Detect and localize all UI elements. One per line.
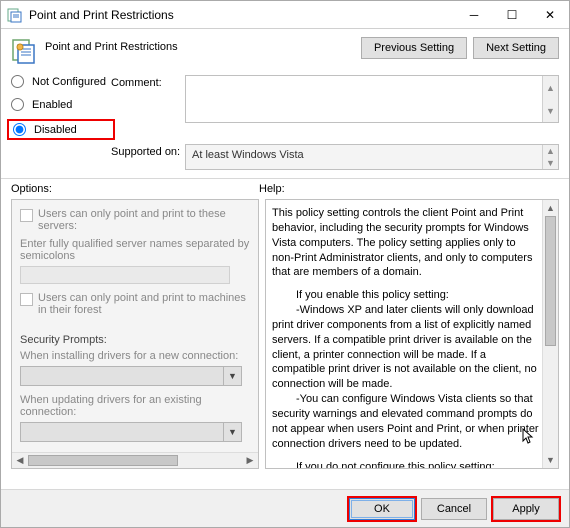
minimize-button[interactable]: ─ bbox=[455, 1, 493, 29]
comment-scroll-up-icon[interactable]: ▲ bbox=[543, 76, 558, 99]
scroll-down-icon[interactable]: ▼ bbox=[543, 452, 558, 468]
supported-scroll-up-icon[interactable]: ▲ bbox=[543, 145, 558, 157]
comment-label: Comment: bbox=[111, 75, 185, 89]
checkbox-icon bbox=[20, 293, 33, 306]
comment-textarea[interactable]: ▲ ▼ bbox=[185, 75, 559, 123]
help-paragraph: -You can configure Windows Vista clients… bbox=[272, 392, 540, 451]
servers-input bbox=[20, 266, 230, 284]
help-paragraph: If you do not configure this policy sett… bbox=[272, 460, 540, 470]
update-driver-dropdown: ▼ bbox=[20, 422, 242, 442]
security-prompts-label: Security Prompts: bbox=[20, 334, 250, 346]
window-title: Point and Print Restrictions bbox=[29, 8, 455, 22]
policy-icon bbox=[11, 37, 39, 65]
chevron-down-icon: ▼ bbox=[223, 367, 241, 385]
mouse-cursor-icon bbox=[522, 428, 536, 446]
install-driver-label: When installing drivers for a new connec… bbox=[20, 350, 250, 362]
next-setting-button[interactable]: Next Setting bbox=[473, 37, 559, 59]
scroll-right-icon[interactable]: ▶ bbox=[242, 453, 258, 468]
policy-titlebar-icon bbox=[7, 7, 23, 23]
checkbox-icon bbox=[20, 209, 33, 222]
help-heading: Help: bbox=[259, 183, 285, 195]
options-heading: Options: bbox=[11, 183, 259, 195]
options-pane: Users can only point and print to these … bbox=[11, 199, 259, 469]
previous-setting-button[interactable]: Previous Setting bbox=[361, 37, 467, 59]
update-driver-label: When updating drivers for an existing co… bbox=[20, 394, 250, 418]
dialog-window: Point and Print Restrictions ─ ☐ ✕ Point… bbox=[0, 0, 570, 528]
help-paragraph: This policy setting controls the client … bbox=[272, 206, 540, 280]
supported-on-text: At least Windows Vista ▲ ▼ bbox=[185, 144, 559, 170]
install-driver-dropdown: ▼ bbox=[20, 366, 242, 386]
help-paragraph: -Windows XP and later clients will only … bbox=[272, 303, 540, 392]
radio-enabled[interactable]: Enabled bbox=[11, 98, 111, 111]
cancel-button[interactable]: Cancel bbox=[421, 498, 487, 520]
state-radio-group: Not Configured Enabled Disabled bbox=[11, 75, 111, 138]
titlebar[interactable]: Point and Print Restrictions ─ ☐ ✕ bbox=[1, 1, 569, 29]
supported-on-label: Supported on: bbox=[111, 144, 185, 170]
checkbox-forest: Users can only point and print to machin… bbox=[20, 292, 250, 316]
checkbox-servers: Users can only point and print to these … bbox=[20, 208, 250, 232]
options-horizontal-scrollbar[interactable]: ◀ ▶ bbox=[12, 452, 258, 468]
apply-button[interactable]: Apply bbox=[493, 498, 559, 520]
policy-title: Point and Print Restrictions bbox=[45, 37, 361, 53]
help-paragraph: If you enable this policy setting: bbox=[272, 288, 540, 303]
comment-scroll-down-icon[interactable]: ▼ bbox=[543, 99, 558, 122]
supported-scroll-down-icon[interactable]: ▼ bbox=[543, 157, 558, 169]
help-vertical-scrollbar[interactable]: ▲ ▼ bbox=[542, 200, 558, 468]
scroll-up-icon[interactable]: ▲ bbox=[543, 200, 558, 216]
help-pane: This policy setting controls the client … bbox=[265, 199, 559, 469]
ok-button[interactable]: OK bbox=[349, 498, 415, 520]
close-button[interactable]: ✕ bbox=[531, 1, 569, 29]
dialog-content: Point and Print Restrictions Previous Se… bbox=[1, 29, 569, 489]
radio-disabled[interactable]: Disabled bbox=[13, 123, 109, 136]
scroll-left-icon[interactable]: ◀ bbox=[12, 453, 28, 468]
maximize-button[interactable]: ☐ bbox=[493, 1, 531, 29]
servers-hint: Enter fully qualified server names separ… bbox=[20, 238, 250, 262]
radio-not-configured[interactable]: Not Configured bbox=[11, 75, 111, 88]
chevron-down-icon: ▼ bbox=[223, 423, 241, 441]
highlight-disabled: Disabled bbox=[7, 119, 115, 140]
dialog-footer: OK Cancel Apply bbox=[1, 489, 569, 527]
